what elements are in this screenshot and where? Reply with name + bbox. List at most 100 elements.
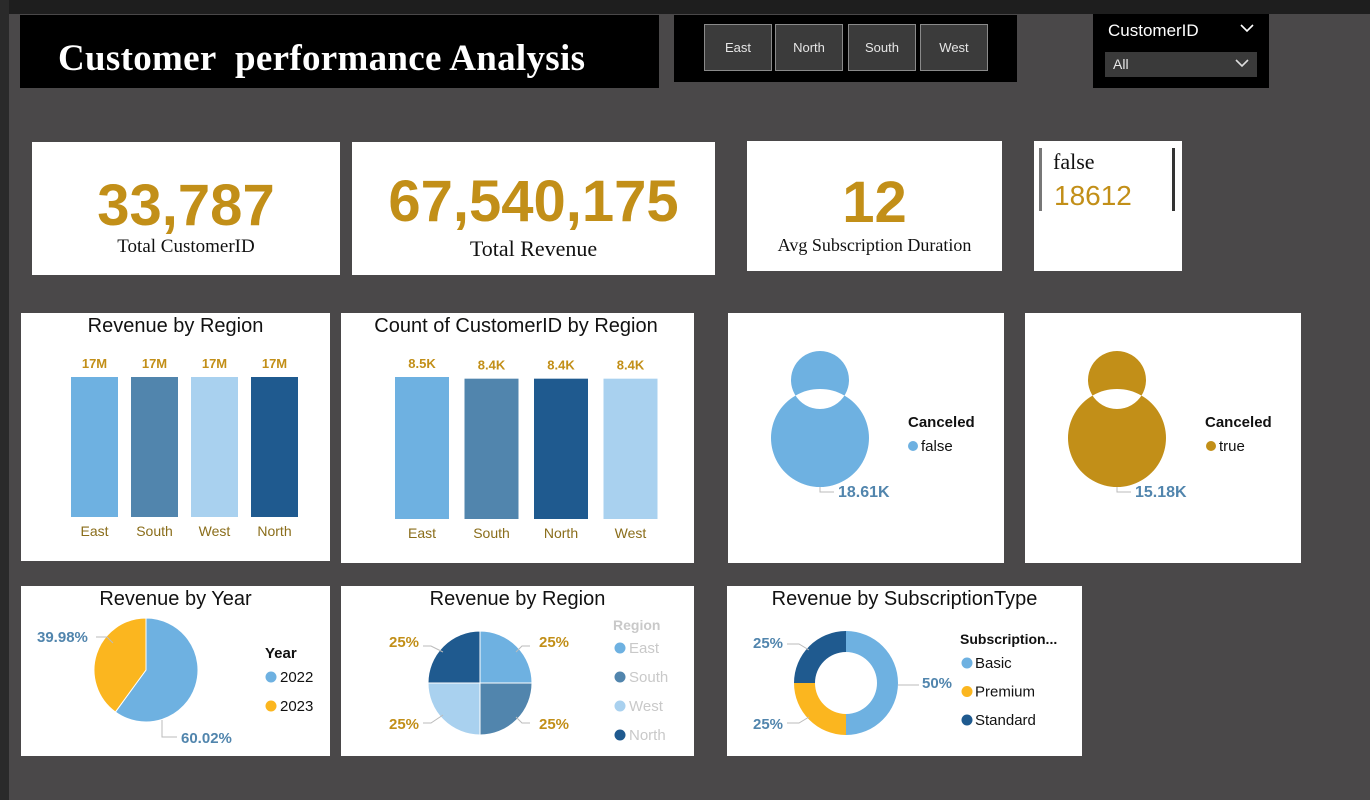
bar-east	[395, 377, 449, 519]
legend-dot-icon	[961, 714, 973, 726]
revenue-by-region-bar-card: Revenue by Region 17M East 17M South 17M West…	[21, 313, 330, 561]
revenue-by-subscription-card: Revenue by SubscriptionType 50% 25% 25% Bas…	[727, 586, 1082, 756]
customer-id-filter-label: CustomerID	[1108, 21, 1199, 40]
data-label: 15.18K	[1135, 484, 1187, 501]
customer-id-filter: CustomerID All	[1093, 14, 1269, 88]
left-edge-bar	[0, 0, 9, 800]
slice-west	[427, 682, 481, 736]
canceled-false-donut-chart	[770, 351, 869, 493]
legend-dot-icon	[265, 700, 277, 712]
x-tick-label: East	[408, 525, 436, 541]
legend-dot-icon	[1206, 441, 1216, 451]
data-label: 17M	[142, 356, 167, 371]
legend-title: Canceled	[1205, 414, 1272, 431]
data-label: 25%	[389, 716, 419, 733]
data-label: 17M	[202, 356, 227, 371]
legend-dot-icon	[614, 700, 626, 712]
bar-west	[603, 378, 658, 519]
data-label: 25%	[539, 716, 569, 733]
chevron-down-icon	[1235, 59, 1249, 68]
data-label: 25%	[389, 634, 419, 651]
kpi-card-total-revenue: 67,540,175 Total Revenue	[352, 142, 715, 275]
legend-item-label: false	[921, 438, 953, 455]
legend-item-2023: 2023	[280, 698, 313, 715]
kpi-card-avg-duration: 12 Avg Subscription Duration	[747, 141, 1002, 271]
data-label: 8.4K	[617, 358, 645, 373]
kpi-card-canceled: false 18612	[1034, 141, 1182, 271]
legend-item-north: North	[629, 727, 666, 744]
data-label: 25%	[753, 635, 783, 652]
slice-false	[770, 351, 869, 487]
count-by-region-bar-chart: 8.5K East 8.4K South 8.4K North 8.4K West	[395, 356, 658, 541]
legend-dot-icon	[614, 671, 626, 683]
data-label: 25%	[753, 716, 783, 733]
legend-item-standard: Standard	[975, 712, 1036, 729]
revenue-by-region-pie-card: Revenue by Region 25% 25% 25% 25% East South W…	[341, 586, 694, 756]
data-label: 8.4K	[547, 358, 575, 373]
canceled-card-label: false	[1053, 149, 1095, 174]
data-label: 17M	[82, 356, 107, 371]
page-title: Customer performance Analysis	[58, 38, 586, 79]
legend-title: Year	[265, 645, 297, 662]
revenue-by-region-bar-chart: 17M East 17M South 17M West 17M North	[71, 356, 298, 539]
legend-item-true[interactable]: true	[1206, 438, 1245, 455]
kpi-value-avg-duration: 12	[842, 170, 907, 235]
leader-line	[819, 487, 834, 493]
legend-dot-icon	[614, 729, 626, 741]
legend-item-false[interactable]: false	[908, 438, 953, 455]
x-tick-label: North	[544, 525, 578, 541]
region-button-west[interactable]: West	[920, 24, 988, 71]
count-by-region-bar-card: Count of CustomerID by Region 8.5K East 8.…	[341, 313, 694, 563]
slice-standard	[794, 631, 846, 683]
revenue-by-subscription-donut-chart: 50% 25% 25% Basic Premium Standard	[753, 631, 1036, 735]
slice-premium	[794, 683, 846, 735]
legend-dot-icon	[265, 671, 277, 683]
leader-line	[787, 716, 810, 724]
revenue-by-year-pie-card: Revenue by Year 39.98% 60.02% 2022 2023 Yea…	[21, 586, 330, 756]
x-tick-label: South	[136, 523, 173, 539]
legend-title: Canceled	[908, 414, 975, 431]
kpi-value-total-revenue: 67,540,175	[388, 169, 679, 234]
slice-basic	[846, 631, 898, 735]
revenue-by-region-pie-chart: 25% 25% 25% 25% East South West North	[389, 630, 668, 744]
leader-line	[787, 643, 810, 651]
data-label: 50%	[922, 675, 952, 692]
bar-south	[131, 377, 178, 517]
customer-id-selected: All	[1113, 56, 1129, 72]
region-button-east[interactable]: East	[704, 24, 772, 71]
canceled-false-donut-card: Canceled false 18.61K	[728, 313, 1004, 563]
canceled-true-donut-card: Canceled true 15.18K	[1025, 313, 1301, 563]
bar-north	[251, 377, 298, 517]
legend-item-east: East	[629, 640, 660, 657]
leader-line	[1116, 487, 1131, 493]
legend-item-basic: Basic	[975, 655, 1012, 672]
kpi-label-total-customers: Total CustomerID	[117, 236, 255, 257]
leader-line	[161, 720, 177, 738]
data-label: 60.02%	[181, 730, 232, 747]
legend-dot-icon	[908, 441, 918, 451]
x-tick-label: North	[257, 523, 291, 539]
canceled-card-value: 18612	[1054, 180, 1132, 211]
data-label: 17M	[262, 356, 287, 371]
x-tick-label: East	[80, 523, 108, 539]
chevron-down-icon[interactable]	[1240, 24, 1254, 33]
card-right-divider	[1172, 148, 1175, 211]
revenue-by-year-pie-chart: 39.98% 60.02% 2022 2023	[37, 617, 313, 747]
data-label: 8.4K	[478, 358, 506, 373]
legend-item-south: South	[629, 669, 668, 686]
region-button-south[interactable]: South	[848, 24, 916, 71]
x-tick-label: West	[199, 523, 231, 539]
bar-north	[534, 378, 588, 519]
slice-north	[427, 630, 481, 684]
legend-title: Region	[613, 617, 661, 633]
legend-dot-icon	[961, 686, 973, 697]
card-left-divider	[1039, 148, 1042, 211]
region-slicer: East North South West	[674, 15, 1017, 82]
canceled-true-donut-chart	[1067, 351, 1166, 493]
customer-id-dropdown[interactable]: All	[1105, 52, 1257, 77]
bar-south	[464, 378, 519, 519]
region-button-north[interactable]: North	[775, 24, 843, 71]
legend-item-west: West	[629, 698, 664, 715]
bar-west	[191, 377, 238, 517]
kpi-card-total-customers: 33,787 Total CustomerID	[32, 142, 340, 275]
